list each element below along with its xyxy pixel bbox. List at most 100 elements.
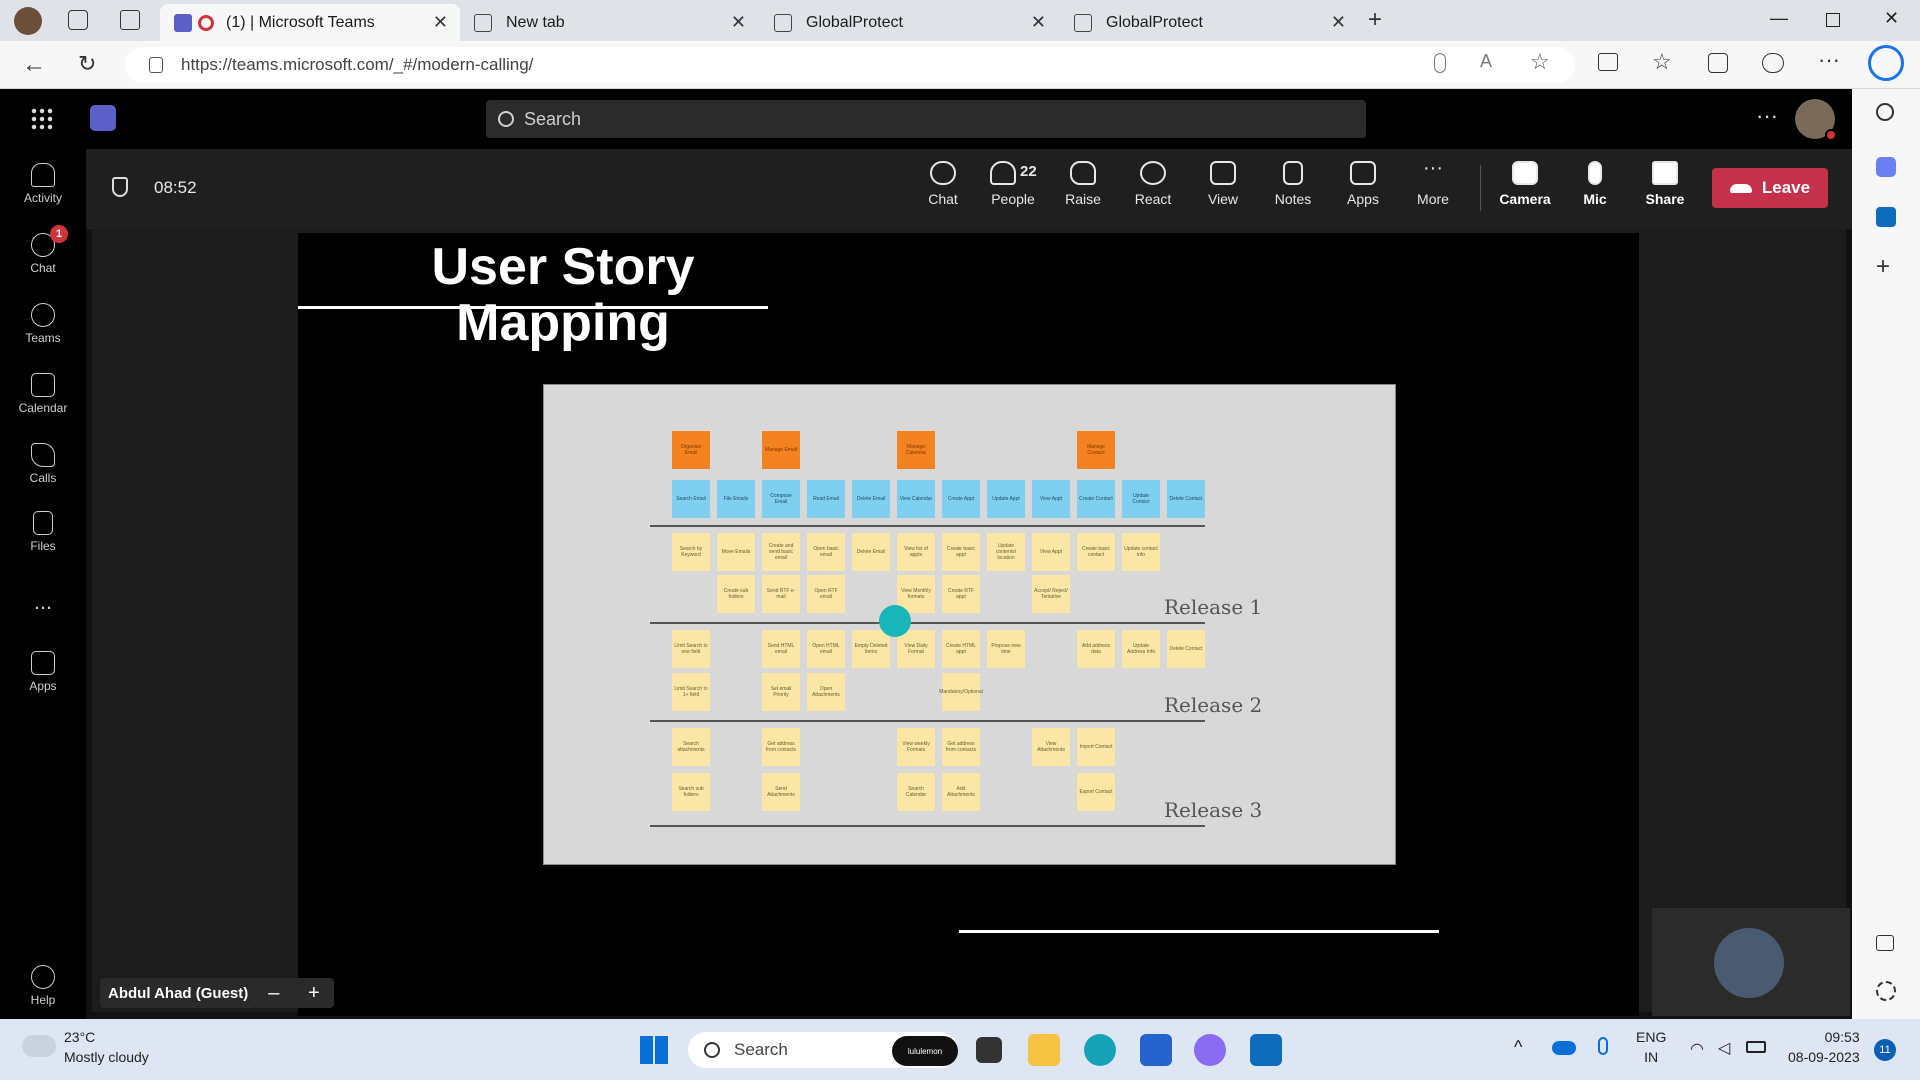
edge-icon[interactable] xyxy=(1084,1034,1116,1066)
favorite-star-icon[interactable]: ☆ xyxy=(1530,49,1550,75)
close-tab-icon[interactable]: ✕ xyxy=(433,12,448,33)
zoom-in-icon[interactable]: + xyxy=(308,982,320,1005)
settings-more-icon[interactable]: ··· xyxy=(1818,47,1840,73)
settings-icon[interactable] xyxy=(1876,981,1896,1001)
view-button[interactable]: View xyxy=(1192,161,1254,207)
leave-button[interactable]: Leave xyxy=(1712,168,1828,208)
back-icon[interactable]: ← xyxy=(22,51,46,79)
zoom-out-icon[interactable]: – xyxy=(268,982,279,1005)
notification-badge[interactable]: 11 xyxy=(1874,1039,1896,1061)
taskbar-clock[interactable]: 09:53 08-09-2023 xyxy=(1788,1027,1860,1067)
add-icon[interactable]: + xyxy=(1876,253,1890,281)
rail-item-calls[interactable]: Calls xyxy=(0,443,86,485)
tab-title: GlobalProtect xyxy=(806,13,903,31)
wifi-icon[interactable]: ◠ xyxy=(1690,1039,1704,1059)
minimize-icon[interactable]: — xyxy=(1770,8,1788,29)
rail-item-activity[interactable]: Activity xyxy=(0,163,86,205)
user-avatar[interactable] xyxy=(1795,99,1837,141)
workspaces-icon[interactable] xyxy=(68,10,88,30)
split-screen-icon[interactable] xyxy=(1598,53,1618,71)
sidebar-toggle-icon[interactable] xyxy=(1876,935,1894,951)
weather-widget[interactable]: 23°C Mostly cloudy xyxy=(64,1027,149,1067)
copilot-app-icon[interactable] xyxy=(1876,157,1896,177)
chevron-up-icon[interactable]: ^ xyxy=(1514,1037,1522,1058)
story-card: Search attachments xyxy=(672,728,710,766)
release-label: Release 1 xyxy=(1164,595,1263,619)
rail-item-apps[interactable]: Apps xyxy=(0,651,86,693)
favorites-icon[interactable]: ☆ xyxy=(1652,49,1672,75)
search-box[interactable]: Search xyxy=(486,100,1366,138)
rail-item-chat[interactable]: 1 Chat xyxy=(0,225,86,275)
chat-badge: 1 xyxy=(50,225,68,243)
copilot-icon[interactable] xyxy=(1868,45,1904,81)
outlook-taskbar-icon[interactable] xyxy=(1250,1034,1282,1066)
people-button[interactable]: 22 People xyxy=(982,161,1044,207)
rail-item-help[interactable]: Help xyxy=(0,965,86,1007)
search-highlight-badge: lululemon xyxy=(892,1036,958,1066)
rail-item-teams[interactable]: Teams xyxy=(0,303,86,345)
tab-globalprotect-2[interactable]: GlobalProtect ✕ xyxy=(1062,4,1358,41)
url-field[interactable]: https://teams.microsoft.com/_#/modern-ca… xyxy=(125,47,1575,83)
slide-title-line1: User Story xyxy=(431,238,695,296)
tab-teams[interactable]: (1) | Microsoft Teams ✕ xyxy=(160,4,460,41)
control-label: Raise xyxy=(1065,191,1101,207)
collections-icon[interactable] xyxy=(1708,53,1728,73)
copilot-taskbar-icon[interactable] xyxy=(1194,1034,1226,1066)
language-indicator[interactable]: ENG IN xyxy=(1636,1027,1666,1067)
mic-button[interactable]: Mic xyxy=(1564,161,1626,207)
self-video-tile[interactable] xyxy=(1652,908,1850,1016)
apps-button[interactable]: Apps xyxy=(1332,161,1394,207)
outlook-icon[interactable] xyxy=(1876,207,1896,227)
tab-actions-icon[interactable] xyxy=(120,10,140,30)
camera-button[interactable]: Camera xyxy=(1494,161,1556,207)
read-aloud-icon[interactable]: A xyxy=(1480,51,1492,72)
mic-icon[interactable] xyxy=(1434,53,1446,73)
task-view-icon[interactable] xyxy=(976,1037,1002,1063)
more-button[interactable]: ··· More xyxy=(1402,158,1464,207)
close-window-icon[interactable]: ✕ xyxy=(1884,8,1899,29)
close-tab-icon[interactable]: ✕ xyxy=(1031,12,1046,33)
raise-hand-button[interactable]: Raise xyxy=(1052,161,1114,207)
share-button[interactable]: Share xyxy=(1634,161,1696,207)
store-icon[interactable] xyxy=(1140,1034,1172,1066)
story-card: Open Attachments xyxy=(807,673,845,711)
rail-item-calendar[interactable]: Calendar xyxy=(0,373,86,415)
performance-icon[interactable] xyxy=(1762,53,1784,73)
task-card: Read Email xyxy=(807,480,845,518)
more-options-icon[interactable]: ··· xyxy=(1756,103,1778,129)
weather-temp: 23°C xyxy=(64,1029,96,1045)
browser-tab-strip: (1) | Microsoft Teams ✕ New tab ✕ Global… xyxy=(0,0,1920,41)
react-button[interactable]: React xyxy=(1122,161,1184,207)
file-explorer-icon[interactable] xyxy=(1028,1034,1060,1066)
teams-app-rail: Activity 1 Chat Teams Calendar Calls Fil… xyxy=(0,149,86,1019)
new-tab-plus-icon[interactable]: + xyxy=(1368,6,1382,34)
people-count: 22 xyxy=(1020,163,1037,180)
chat-button[interactable]: Chat xyxy=(912,161,974,207)
tab-globalprotect-1[interactable]: GlobalProtect ✕ xyxy=(762,4,1058,41)
close-tab-icon[interactable]: ✕ xyxy=(1331,12,1346,33)
start-icon[interactable] xyxy=(640,1036,668,1064)
notes-button[interactable]: Notes xyxy=(1262,161,1324,207)
meeting-area: 08:52 Chat 22 People Raise React View No… xyxy=(86,149,1852,1019)
close-tab-icon[interactable]: ✕ xyxy=(731,12,746,33)
restore-icon[interactable] xyxy=(1826,13,1840,27)
refresh-icon[interactable]: ↻ xyxy=(78,51,96,77)
app-launcher-icon[interactable] xyxy=(30,107,54,131)
rail-item-files[interactable]: Files xyxy=(0,511,86,553)
zoom-controls: – + xyxy=(254,978,334,1008)
control-label: Mic xyxy=(1583,191,1607,207)
backbone-line xyxy=(650,525,1205,527)
mic-tray-icon[interactable] xyxy=(1598,1037,1608,1055)
battery-icon[interactable] xyxy=(1746,1041,1766,1053)
profile-avatar[interactable] xyxy=(14,7,42,35)
weather-icon xyxy=(22,1035,56,1057)
onedrive-icon[interactable] xyxy=(1552,1041,1576,1055)
tab-new-tab[interactable]: New tab ✕ xyxy=(462,4,758,41)
rail-label: Chat xyxy=(30,261,56,275)
rail-item-more[interactable]: ... xyxy=(0,589,86,615)
story-card: Create basic appt xyxy=(942,533,980,571)
story-card: Delete Email xyxy=(852,533,890,571)
volume-icon[interactable]: ◁ xyxy=(1718,1038,1730,1058)
search-icon[interactable] xyxy=(1876,103,1894,121)
page-icon xyxy=(1074,13,1092,32)
